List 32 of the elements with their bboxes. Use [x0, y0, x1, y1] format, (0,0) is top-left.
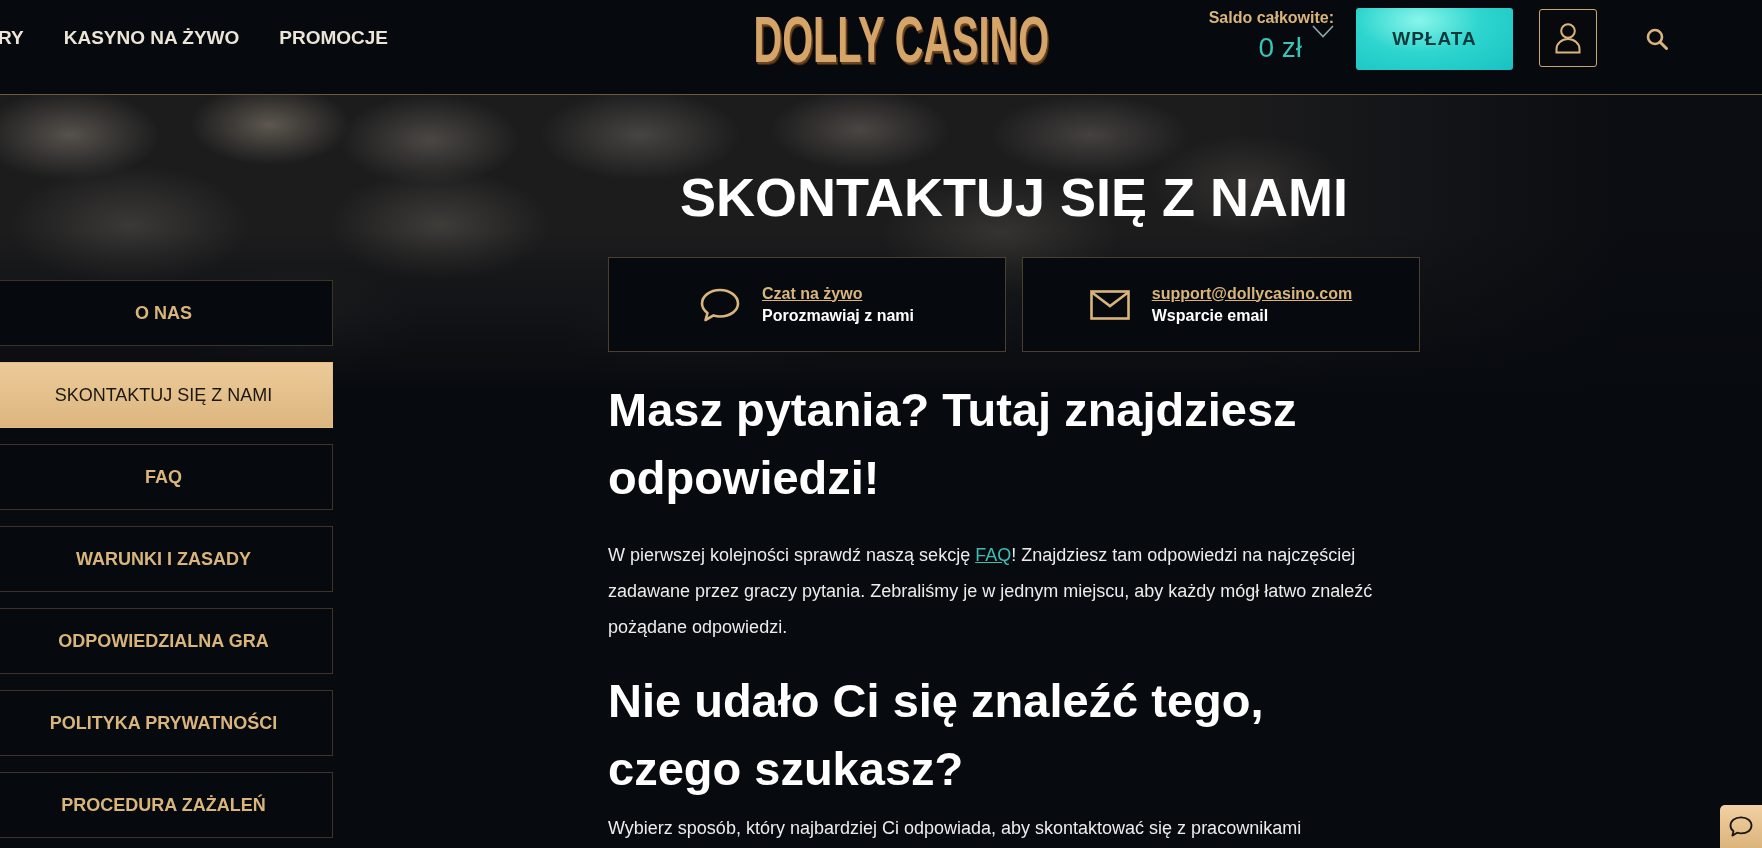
sidebar-item[interactable]: PROCEDURA ZAŻALEŃ	[0, 772, 333, 838]
contact-link[interactable]: support@dollycasino.com	[1151, 284, 1353, 303]
nav-link[interactable]: KASYNO NA ŻYWO	[63, 27, 240, 49]
balance-label: Saldo całkowite:	[1208, 8, 1334, 27]
sidebar-item[interactable]: FAQ	[0, 444, 333, 510]
sidebar-item[interactable]: SKONTAKTUJ SIĘ Z NAMI	[0, 362, 333, 428]
body-paragraph: W pierwszej kolejności sprawdź naszą sekcję FAQ! Znajdziesz tam odpowiedzi na najczęściej zadawane przez graczy pytania. Zebraliśmy je w jednym miejscu, aby każdy mógł łatwo znaleźć pożądane odpowiedzi.	[608, 544, 1374, 639]
deposit-button[interactable]: WPŁATA	[1356, 8, 1513, 70]
user-icon	[1555, 22, 1581, 54]
sidebar-item[interactable]: WARUNKI I ZASADY	[0, 526, 333, 592]
sidebar-item[interactable]: POLITYKA PRYWATNOŚCI	[0, 690, 333, 756]
speech-bubble-icon	[699, 287, 740, 322]
speech-bubble-icon	[1729, 816, 1753, 837]
envelope-icon	[1089, 289, 1130, 320]
contact-link[interactable]: Czat na żywo	[761, 284, 914, 303]
contact-caption: Porozmawiaj z nami	[761, 306, 914, 325]
sidebar-item[interactable]: ODPOWIEDZIALNA GRA	[0, 608, 333, 674]
contact-caption: Wsparcie email	[1151, 306, 1270, 325]
search-icon[interactable]	[1646, 28, 1668, 50]
body-paragraph: Wybierz sposób, który najbardziej Ci odpowiada, aby skontaktować się z pracownikami	[608, 817, 1303, 840]
faq-link[interactable]: FAQ	[975, 545, 1012, 565]
section-heading: Masz pytania? Tutaj znajdziesz odpowiedzi!	[608, 382, 1298, 506]
page-title: SKONTAKTUJ SIĘ Z NAMI	[679, 166, 1349, 228]
nav-link[interactable]: PROMOCJE	[279, 27, 389, 49]
account-button[interactable]	[1539, 9, 1597, 67]
nav-link[interactable]: RY	[0, 27, 24, 49]
sidebar-item[interactable]: O NAS	[0, 280, 333, 346]
logo[interactable]: DOLLY CASINO	[753, 7, 1049, 72]
chat-button[interactable]	[1720, 805, 1762, 848]
section-heading: Nie udało Ci się znaleźć tego, czego szukasz?	[608, 673, 1265, 797]
balance-amount: 0 zł	[1258, 32, 1302, 64]
chevron-down-icon[interactable]	[1312, 24, 1334, 38]
